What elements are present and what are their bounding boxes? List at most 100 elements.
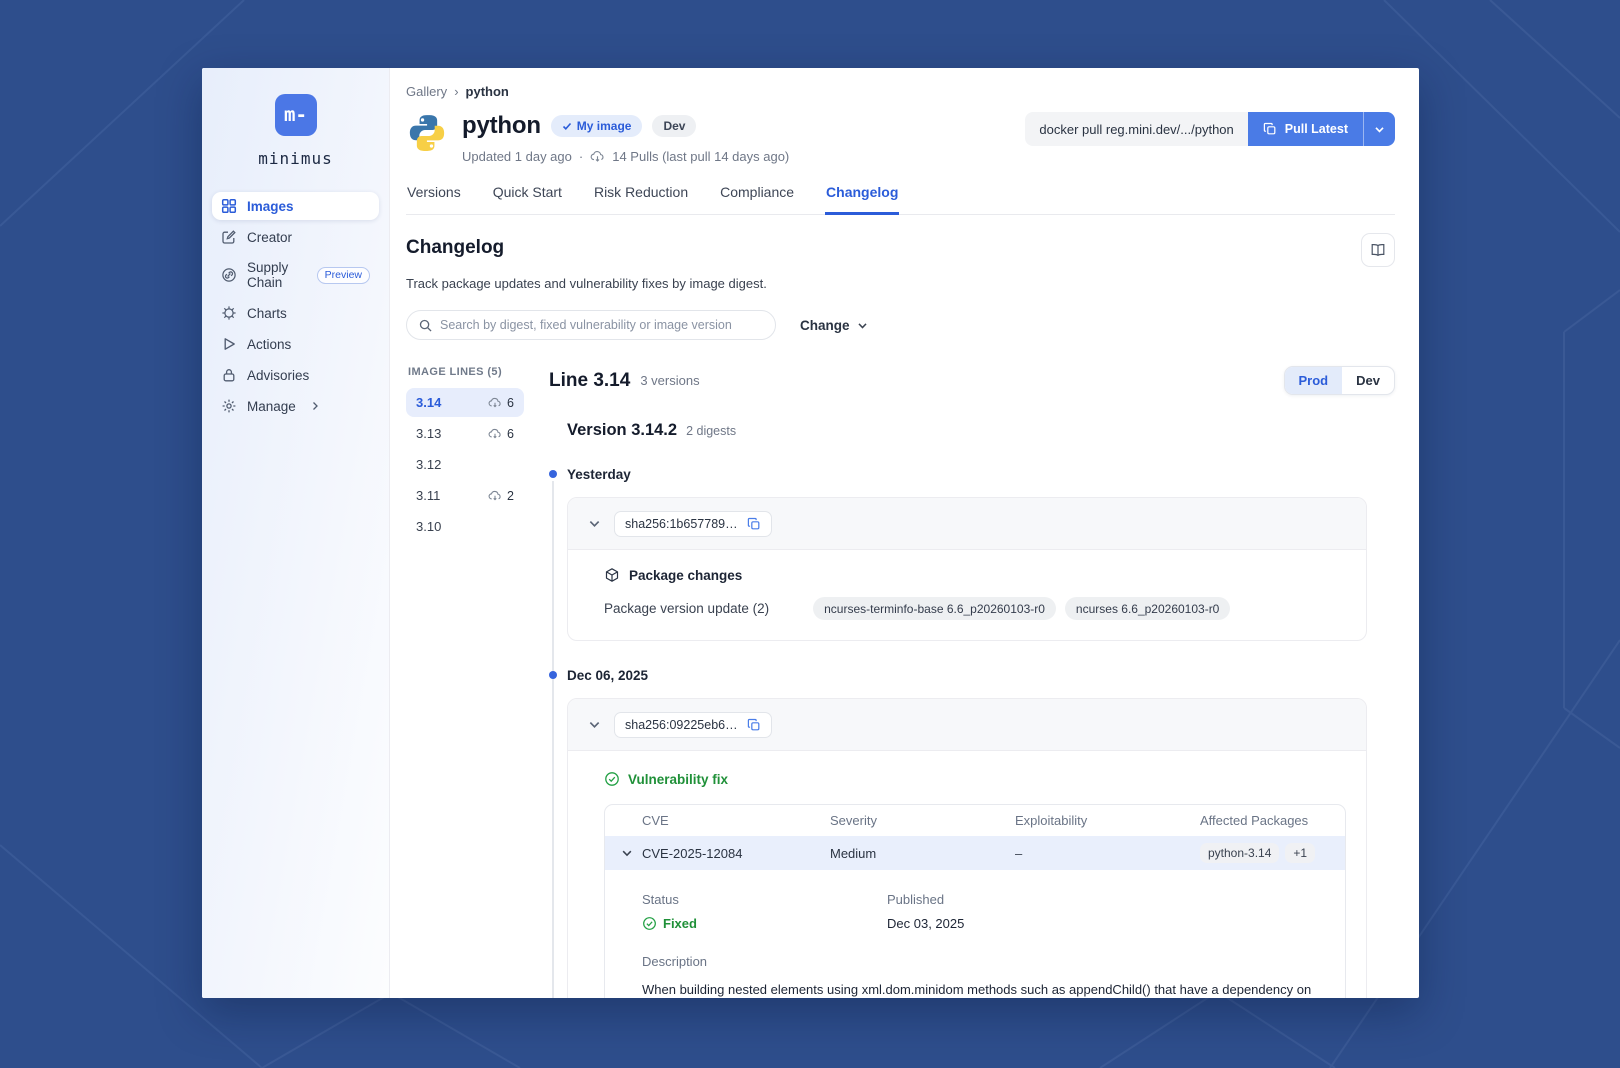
status-value: Fixed [642, 916, 887, 931]
sidebar-item-charts[interactable]: Charts [212, 299, 379, 327]
cve-table-header: CVE Severity Exploitability Affected Pac… [605, 805, 1345, 836]
timeline: Version 3.14.2 2 digests Yesterday sha25… [549, 421, 1395, 998]
sidebar-item-actions[interactable]: Actions [212, 330, 379, 358]
pull-count: 6 [488, 396, 514, 410]
dev-badge: Dev [652, 115, 697, 137]
tab-compliance[interactable]: Compliance [719, 184, 795, 215]
chevron-down-icon[interactable] [621, 847, 633, 859]
tab-risk-reduction[interactable]: Risk Reduction [593, 184, 689, 215]
image-line-3-13[interactable]: 3.13 6 [406, 419, 524, 448]
col-exploitability: Exploitability [1015, 813, 1088, 828]
brand-logo-text: m- [284, 104, 307, 126]
package-chip: ncurses-terminfo-base 6.6_p20260103-r0 [813, 597, 1056, 620]
group-date: Yesterday [549, 467, 1395, 482]
gear-icon [221, 398, 237, 414]
tab-versions[interactable]: Versions [406, 184, 462, 215]
status-label: Status [642, 892, 679, 907]
pull-latest-button[interactable]: Pull Latest [1247, 112, 1363, 146]
pull-options-button[interactable] [1363, 112, 1395, 146]
changelog-panel: Changelog Track package updates and vuln… [390, 215, 1419, 998]
sidebar-item-label: Advisories [247, 367, 310, 383]
env-toggle-prod[interactable]: Prod [1284, 367, 1343, 394]
docs-button[interactable] [1361, 233, 1395, 267]
digest-card-header[interactable]: sha256:1b657789… [568, 498, 1366, 550]
sidebar-item-creator[interactable]: Creator [212, 223, 379, 251]
image-lines-list: IMAGE LINES (5) 3.14 6 3.13 6 3.12 3.11 … [406, 366, 524, 998]
search-icon [419, 319, 432, 332]
digest-card-header[interactable]: sha256:09225eb6… [568, 699, 1366, 751]
vulnerability-fix-heading: Vulnerability fix [604, 771, 1346, 787]
search-input[interactable] [440, 318, 763, 332]
app-window: m- minimus Images Creator Supply Chain P… [202, 68, 1419, 998]
image-line-3-14[interactable]: 3.14 6 [406, 388, 524, 417]
image-lines-heading: IMAGE LINES (5) [408, 366, 503, 378]
lock-icon [221, 367, 237, 383]
sidebar-item-images[interactable]: Images [212, 192, 379, 220]
main-area: Gallery › python python My image Dev Upd… [390, 68, 1419, 998]
timeline-dot [549, 671, 557, 679]
published-value: Dec 03, 2025 [887, 916, 965, 931]
package-update-label: Package version update (2) [604, 601, 770, 616]
tab-changelog[interactable]: Changelog [825, 184, 900, 215]
changelog-title: Changelog [406, 237, 505, 258]
image-line-3-11[interactable]: 3.11 2 [406, 481, 524, 510]
description-text: When building nested elements using xml.… [642, 982, 1312, 997]
version-title: Version 3.14.2 [567, 421, 678, 439]
brand-name: minimus [258, 149, 333, 168]
pull-group: docker pull reg.mini.dev/.../python Pull… [1025, 112, 1395, 146]
breadcrumb-separator-icon: › [454, 84, 459, 99]
pull-count: 6 [488, 427, 514, 441]
sidebar-item-manage[interactable]: Manage [212, 392, 379, 420]
sidebar-item-supply-chain[interactable]: Supply Chain Preview [212, 254, 379, 296]
group-date: Dec 06, 2025 [549, 668, 1395, 683]
affected-package-more-chip[interactable]: +1 [1285, 843, 1316, 863]
check-circle-icon [605, 772, 619, 786]
copy-icon[interactable] [747, 517, 761, 531]
pen-icon [221, 229, 237, 245]
tab-quick-start[interactable]: Quick Start [492, 184, 563, 215]
chevron-down-icon[interactable] [588, 718, 601, 731]
helm-icon [221, 305, 237, 321]
cve-severity: Medium [830, 845, 877, 861]
env-toggle-dev[interactable]: Dev [1342, 367, 1394, 394]
brand-logo[interactable]: m- [274, 94, 317, 136]
affected-package-chip: python-3.14 [1200, 843, 1280, 863]
sidebar-item-label: Supply Chain [247, 260, 289, 290]
sidebar-nav: Images Creator Supply Chain Preview Char… [202, 192, 389, 420]
change-filter-dropdown[interactable]: Change [800, 318, 868, 333]
image-line-3-12[interactable]: 3.12 [406, 450, 524, 479]
package-update-row: Package version update (2) ncurses-termi… [604, 597, 1346, 620]
cve-table: CVE Severity Exploitability Affected Pac… [604, 804, 1346, 998]
changelog-group-yesterday: Yesterday sha256:1b657789… Package chang… [549, 467, 1395, 641]
package-icon [605, 568, 619, 582]
cve-id: CVE-2025-12084 [642, 845, 743, 861]
line-versions-count: 3 versions [640, 373, 700, 388]
chevron-down-icon [1375, 126, 1384, 133]
digest-chip[interactable]: sha256:09225eb6… [614, 711, 772, 738]
title-row: python My image Dev Updated 1 day ago · … [406, 112, 1395, 164]
digest-card: sha256:1b657789… Package changes Package… [567, 497, 1367, 641]
copy-icon[interactable] [747, 718, 761, 732]
published-label: Published [887, 892, 945, 907]
chevron-down-icon [857, 322, 867, 329]
cve-row[interactable]: CVE-2025-12084 Medium – python-3.14 +1 [605, 836, 1345, 870]
changelog-subtitle: Track package updates and vulnerability … [406, 276, 767, 291]
cve-exploitability: – [1015, 845, 1023, 861]
cloud-pull-icon [488, 490, 501, 500]
image-line-3-10[interactable]: 3.10 [406, 512, 524, 541]
book-icon [1371, 244, 1385, 257]
title-block: python My image Dev Updated 1 day ago · … [462, 112, 789, 164]
cloud-pull-icon [488, 397, 501, 407]
col-cve: CVE [642, 813, 669, 828]
chevron-right-icon [310, 401, 320, 411]
line-panel: Line 3.14 3 versions Prod Dev Version 3.… [549, 366, 1395, 998]
search-box [406, 310, 776, 340]
pull-command[interactable]: docker pull reg.mini.dev/.../python [1025, 112, 1248, 146]
digest-chip[interactable]: sha256:1b657789… [614, 510, 772, 537]
breadcrumb-gallery[interactable]: Gallery [406, 84, 447, 99]
version-digests-count: 2 digests [686, 424, 737, 438]
breadcrumb-current: python [465, 84, 509, 99]
cloud-pull-icon [590, 151, 604, 162]
chevron-down-icon[interactable] [588, 517, 601, 530]
sidebar-item-advisories[interactable]: Advisories [212, 361, 379, 389]
